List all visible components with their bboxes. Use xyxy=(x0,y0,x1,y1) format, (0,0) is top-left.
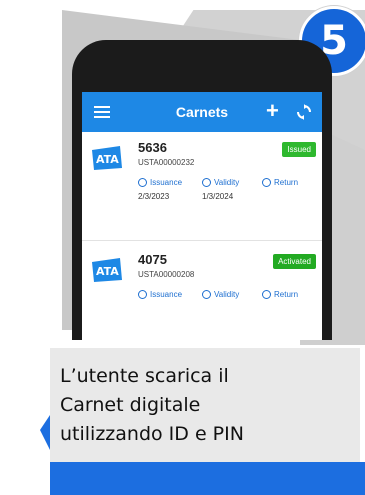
caption-box: L’utente scarica il Carnet digitale util… xyxy=(50,348,360,462)
card-divider xyxy=(82,240,322,241)
return-icon xyxy=(262,290,271,299)
return-button[interactable]: Return xyxy=(262,178,298,187)
validity-button[interactable]: Validity xyxy=(202,178,239,187)
bottom-accent-bar xyxy=(50,462,365,495)
clock-icon xyxy=(138,290,147,299)
phone-screen: Carnets + ATA 5636 USTA00000232 Issued I… xyxy=(82,92,322,340)
carnet-number: 4075 xyxy=(138,252,167,267)
caption-text: L’utente scarica il Carnet digitale util… xyxy=(60,365,244,445)
issuance-button[interactable]: Issuance xyxy=(138,290,182,299)
carnet-actions: Issuance Validity Return xyxy=(138,290,318,302)
status-badge: Issued xyxy=(282,142,316,157)
app-title: Carnets xyxy=(175,104,229,120)
validity-date: 1/3/2024 xyxy=(202,192,234,201)
svg-text:ATA: ATA xyxy=(96,153,119,166)
return-button[interactable]: Return xyxy=(262,290,298,299)
issuance-date: 2/3/2023 xyxy=(138,192,170,201)
carnet-actions: Issuance Validity Return xyxy=(138,178,318,190)
clock-icon xyxy=(138,178,147,187)
ata-logo-icon: ATA xyxy=(92,146,122,170)
app-bar: Carnets + xyxy=(82,92,322,132)
svg-text:ATA: ATA xyxy=(96,265,119,278)
issuance-button[interactable]: Issuance xyxy=(138,178,182,187)
status-badge: Activated xyxy=(273,254,316,269)
add-carnet-icon[interactable]: + xyxy=(266,98,279,124)
return-icon xyxy=(262,178,271,187)
phone-frame: Carnets + ATA 5636 USTA00000232 Issued I… xyxy=(72,40,332,340)
carnet-code: USTA00000232 xyxy=(138,158,195,167)
clock-icon xyxy=(202,178,211,187)
carnet-code: USTA00000208 xyxy=(138,270,195,279)
carnet-number: 5636 xyxy=(138,140,167,155)
validity-button[interactable]: Validity xyxy=(202,290,239,299)
sync-icon[interactable] xyxy=(296,104,312,120)
ata-logo-icon: ATA xyxy=(92,258,122,282)
clock-icon xyxy=(202,290,211,299)
